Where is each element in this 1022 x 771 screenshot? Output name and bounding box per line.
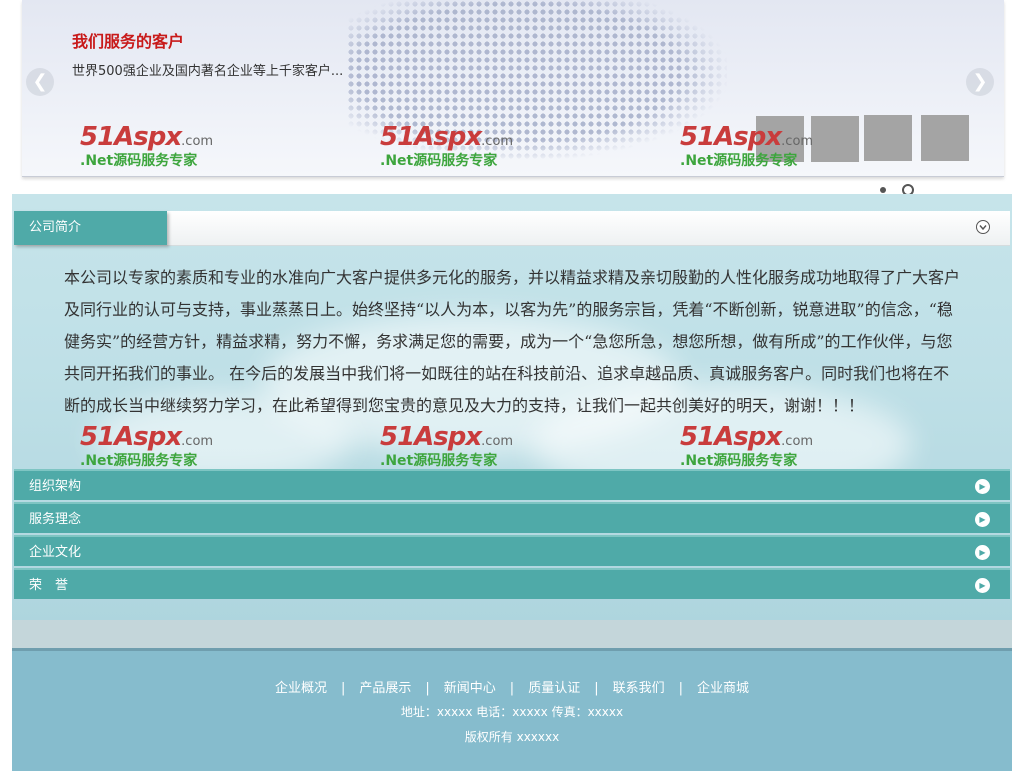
company-intro-text: 本公司以专家的素质和专业的水准向广大客户提供多元化的服务，并以精益求精及亲切殷勤… bbox=[64, 268, 961, 415]
footer-link-products[interactable]: 产品展示 bbox=[359, 681, 411, 696]
footer-link-shop[interactable]: 企业商城 bbox=[697, 681, 749, 696]
watermark-logo: 51Aspx.com .Net源码服务专家 bbox=[380, 422, 514, 469]
watermark-logo: 51Aspx.com .Net源码服务专家 bbox=[80, 122, 214, 169]
footer-separator: | bbox=[509, 681, 515, 696]
client-thumbnail[interactable] bbox=[864, 115, 912, 161]
footer-link-contact[interactable]: 联系我们 bbox=[613, 681, 665, 696]
client-thumbnail[interactable] bbox=[921, 115, 969, 161]
footer-separator: | bbox=[594, 681, 599, 696]
accordion-label: 组织架构 bbox=[29, 479, 82, 494]
accordion-item-corporate-culture[interactable]: 企业文化 ▶ bbox=[14, 535, 1010, 566]
next-arrow-icon[interactable]: ❯ bbox=[966, 68, 994, 96]
tab-company-intro[interactable]: 公司简介 bbox=[14, 211, 167, 245]
accordion-item-service-philosophy[interactable]: 服务理念 ▶ bbox=[14, 502, 1010, 533]
accordion-label: 服务理念 bbox=[29, 512, 82, 527]
footer-divider-bar bbox=[12, 620, 1012, 648]
play-circle-icon: ▶ bbox=[975, 512, 990, 527]
watermark-logo: 51Aspx.com .Net源码服务专家 bbox=[680, 122, 814, 169]
footer-link-news[interactable]: 新闻中心 bbox=[444, 681, 496, 696]
play-circle-icon: ▶ bbox=[975, 578, 990, 593]
accordion-item-honors[interactable]: 荣 誉 ▶ bbox=[14, 568, 1010, 599]
watermark-logo: 51Aspx.com .Net源码服务专家 bbox=[80, 422, 214, 469]
footer-copyright: 版权所有 xxxxxx bbox=[464, 730, 560, 744]
footer-separator: | bbox=[425, 681, 430, 696]
play-circle-icon: ▶ bbox=[975, 545, 990, 560]
footer-link-overview[interactable]: 企业概况 bbox=[275, 681, 327, 696]
footer-separator: | bbox=[340, 681, 346, 696]
accordion-label: 荣 誉 bbox=[29, 578, 69, 593]
footer-separator: | bbox=[678, 681, 683, 696]
chevron-down-circle-icon[interactable] bbox=[976, 220, 990, 234]
banner-title: 我们服务的客户 bbox=[72, 32, 185, 51]
footer-contact: 地址：xxxxx 电话：xxxxx 传真：xxxxx bbox=[400, 705, 624, 719]
footer-nav: 企业概况 | 产品展示 | 新闻中心 | 质量认证 | 联系我们 | 企业商城 bbox=[12, 677, 1012, 696]
accordion-label: 企业文化 bbox=[29, 545, 82, 560]
banner-subtitle: 世界500强企业及国内著名企业等上千家客户... bbox=[72, 64, 344, 79]
slider-pager-dot[interactable] bbox=[880, 187, 886, 193]
watermark-logo: 51Aspx.com .Net源码服务专家 bbox=[680, 422, 814, 469]
footer-link-certification[interactable]: 质量认证 bbox=[528, 681, 580, 696]
prev-arrow-icon[interactable]: ❮ bbox=[26, 68, 54, 96]
play-circle-icon: ▶ bbox=[975, 479, 990, 494]
watermark-logo: 51Aspx.com .Net源码服务专家 bbox=[380, 122, 514, 169]
site-footer: 企业概况 | 产品展示 | 新闻中心 | 质量认证 | 联系我们 | 企业商城 地址：xxxxx 电… bbox=[12, 648, 1012, 771]
